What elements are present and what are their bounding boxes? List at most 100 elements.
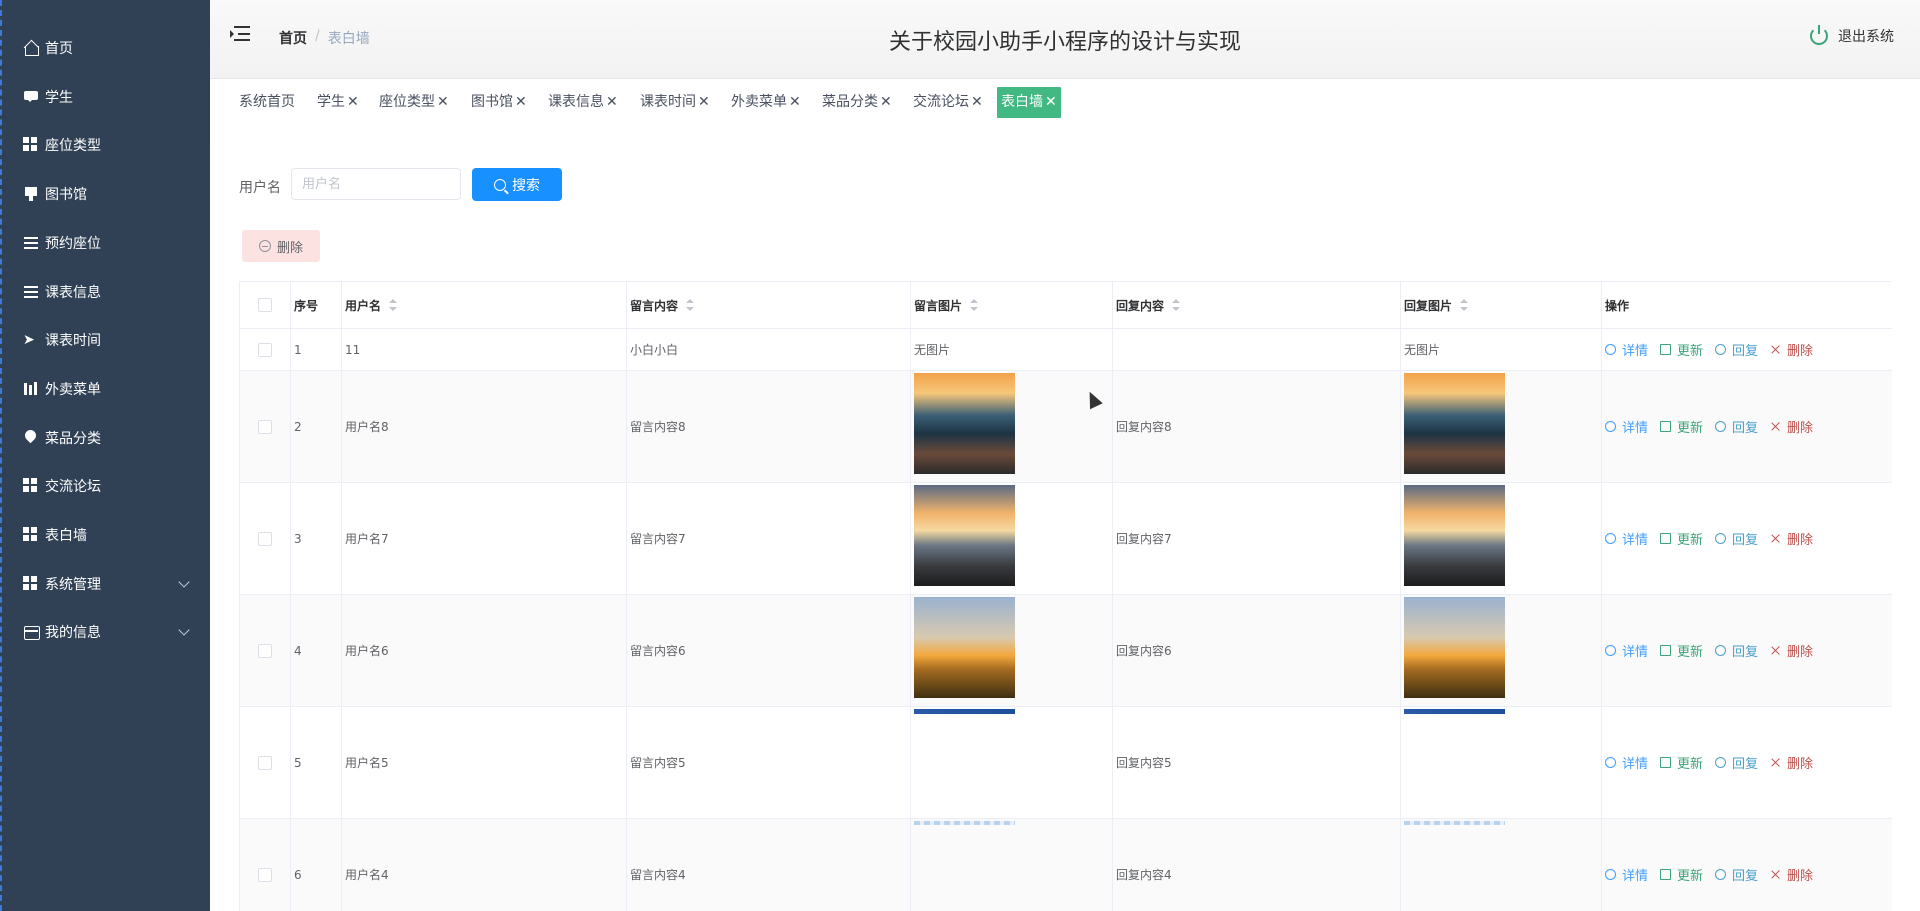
- edit-button[interactable]: 更新: [1660, 340, 1703, 359]
- sidebar-item-dish-category[interactable]: 菜品分类: [2, 418, 210, 458]
- message-image[interactable]: [914, 709, 1015, 714]
- close-icon[interactable]: ✕: [789, 94, 801, 110]
- reply-image[interactable]: [1404, 821, 1505, 825]
- delete-button[interactable]: 删除: [1770, 417, 1813, 436]
- close-icon[interactable]: ✕: [437, 94, 449, 110]
- reply-button[interactable]: 回复: [1715, 529, 1758, 548]
- sort-icon[interactable]: [1460, 299, 1469, 311]
- delete-button[interactable]: 删除: [1770, 753, 1813, 772]
- delete-button[interactable]: 删除: [1770, 529, 1813, 548]
- tag-confession-wall[interactable]: 表白墙 ✕: [997, 87, 1061, 118]
- sidebar-item-takeout-menu[interactable]: 外卖菜单: [2, 369, 210, 409]
- sidebar-item-student[interactable]: 学生: [2, 77, 210, 117]
- tag-label: 课表时间: [640, 94, 696, 110]
- sidebar-item-schedule-time[interactable]: ➤ 课表时间: [2, 320, 210, 360]
- header-label: 留言图片: [914, 298, 963, 313]
- sidebar-item-confession-wall[interactable]: 表白墙: [2, 515, 210, 555]
- reply-image[interactable]: [1404, 597, 1505, 698]
- reply-image[interactable]: [1404, 485, 1505, 586]
- row-checkbox[interactable]: [258, 867, 272, 882]
- search-input[interactable]: [291, 168, 461, 200]
- sidebar-item-system-manage[interactable]: 系统管理: [2, 564, 210, 604]
- reply-label: 回复: [1732, 344, 1759, 359]
- delete-button[interactable]: 删除: [1770, 865, 1813, 884]
- header-cell[interactable]: 回复内容: [1113, 282, 1401, 328]
- view-button[interactable]: 详情: [1605, 641, 1648, 660]
- tag-student[interactable]: 学生 ✕: [313, 87, 363, 118]
- close-icon[interactable]: ✕: [1045, 94, 1057, 110]
- row-checkbox[interactable]: [258, 755, 272, 770]
- delete-button[interactable]: 删除: [1770, 641, 1813, 660]
- sort-icon[interactable]: [389, 299, 398, 311]
- message-image[interactable]: [914, 597, 1015, 698]
- edit-button[interactable]: 更新: [1660, 865, 1703, 884]
- select-all-checkbox[interactable]: [258, 298, 272, 312]
- view-button[interactable]: 详情: [1605, 865, 1648, 884]
- sidebar-item-library[interactable]: 图书馆: [2, 174, 210, 214]
- close-icon[interactable]: ✕: [515, 94, 527, 110]
- view-button[interactable]: 详情: [1605, 417, 1648, 436]
- tag-seat-type[interactable]: 座位类型 ✕: [375, 87, 453, 118]
- reply-button[interactable]: 回复: [1715, 641, 1758, 660]
- message-image[interactable]: [914, 485, 1015, 586]
- header-cell[interactable]: 回复图片: [1401, 282, 1602, 328]
- tag-label: 交流论坛: [913, 94, 969, 110]
- view-button[interactable]: 详情: [1605, 529, 1648, 548]
- batch-delete-button[interactable]: 删除: [242, 230, 320, 262]
- row-checkbox[interactable]: [258, 531, 272, 546]
- edit-button[interactable]: 更新: [1660, 641, 1703, 660]
- sidebar-item-my-info[interactable]: 我的信息: [2, 612, 210, 652]
- tag-schedule-info[interactable]: 课表信息 ✕: [544, 87, 622, 118]
- edit-button[interactable]: 更新: [1660, 529, 1703, 548]
- edit-button[interactable]: 更新: [1660, 417, 1703, 436]
- delete-button[interactable]: 删除: [1770, 340, 1813, 359]
- close-icon[interactable]: ✕: [698, 94, 710, 110]
- row-checkbox[interactable]: [258, 342, 272, 357]
- sidebar-item-schedule-info[interactable]: 课表信息: [2, 272, 210, 312]
- close-icon[interactable]: ✕: [971, 94, 983, 110]
- header-cell[interactable]: 留言图片: [911, 282, 1113, 328]
- tag-forum[interactable]: 交流论坛 ✕: [909, 87, 987, 118]
- message-image[interactable]: [914, 821, 1015, 825]
- sort-icon[interactable]: [686, 299, 695, 311]
- logout-button[interactable]: 退出系统: [1810, 25, 1894, 46]
- reply-button[interactable]: 回复: [1715, 753, 1758, 772]
- sidebar-item-forum[interactable]: 交流论坛: [2, 466, 210, 506]
- sort-icon[interactable]: [970, 299, 979, 311]
- header-cell[interactable]: 用户名: [342, 282, 627, 328]
- search-button[interactable]: 搜索: [472, 168, 562, 201]
- edit-button[interactable]: 更新: [1660, 753, 1703, 772]
- message-image[interactable]: [914, 373, 1015, 474]
- close-icon[interactable]: ✕: [880, 94, 892, 110]
- reply-image[interactable]: [1404, 373, 1505, 474]
- sidebar-item-home[interactable]: 首页: [2, 28, 210, 68]
- tag-home[interactable]: 系统首页: [235, 87, 299, 118]
- close-icon[interactable]: ✕: [606, 94, 618, 110]
- sidebar-item-reserve-seat[interactable]: 预约座位: [2, 223, 210, 263]
- close-icon[interactable]: ✕: [347, 94, 359, 110]
- tag-dish-category[interactable]: 菜品分类 ✕: [818, 87, 896, 118]
- row-checkbox[interactable]: [258, 643, 272, 658]
- logout-label: 退出系统: [1838, 29, 1894, 45]
- sidebar-item-seat-type[interactable]: 座位类型: [2, 125, 210, 165]
- view-button[interactable]: 详情: [1605, 753, 1648, 772]
- sort-icon[interactable]: [1172, 299, 1181, 311]
- cell-actions: 详情 更新 回复 删除: [1602, 707, 1892, 818]
- edit-label: 更新: [1677, 421, 1704, 436]
- row-checkbox[interactable]: [258, 419, 272, 434]
- tag-library[interactable]: 图书馆 ✕: [467, 87, 531, 118]
- reply-image[interactable]: [1404, 709, 1505, 714]
- cell-index: 2: [291, 371, 342, 482]
- reply-button[interactable]: 回复: [1715, 865, 1758, 884]
- view-button[interactable]: 详情: [1605, 340, 1648, 359]
- header-cell[interactable]: 留言内容: [627, 282, 911, 328]
- reply-button[interactable]: 回复: [1715, 417, 1758, 436]
- tag-schedule-time[interactable]: 课表时间 ✕: [636, 87, 714, 118]
- close-icon: [1770, 645, 1781, 656]
- reply-button[interactable]: 回复: [1715, 340, 1758, 359]
- cell-username: 11: [342, 329, 627, 370]
- tag-label: 学生: [317, 94, 345, 110]
- tag-label: 菜品分类: [822, 94, 878, 110]
- cell-image: [911, 371, 1113, 482]
- tag-takeout-menu[interactable]: 外卖菜单 ✕: [727, 87, 805, 118]
